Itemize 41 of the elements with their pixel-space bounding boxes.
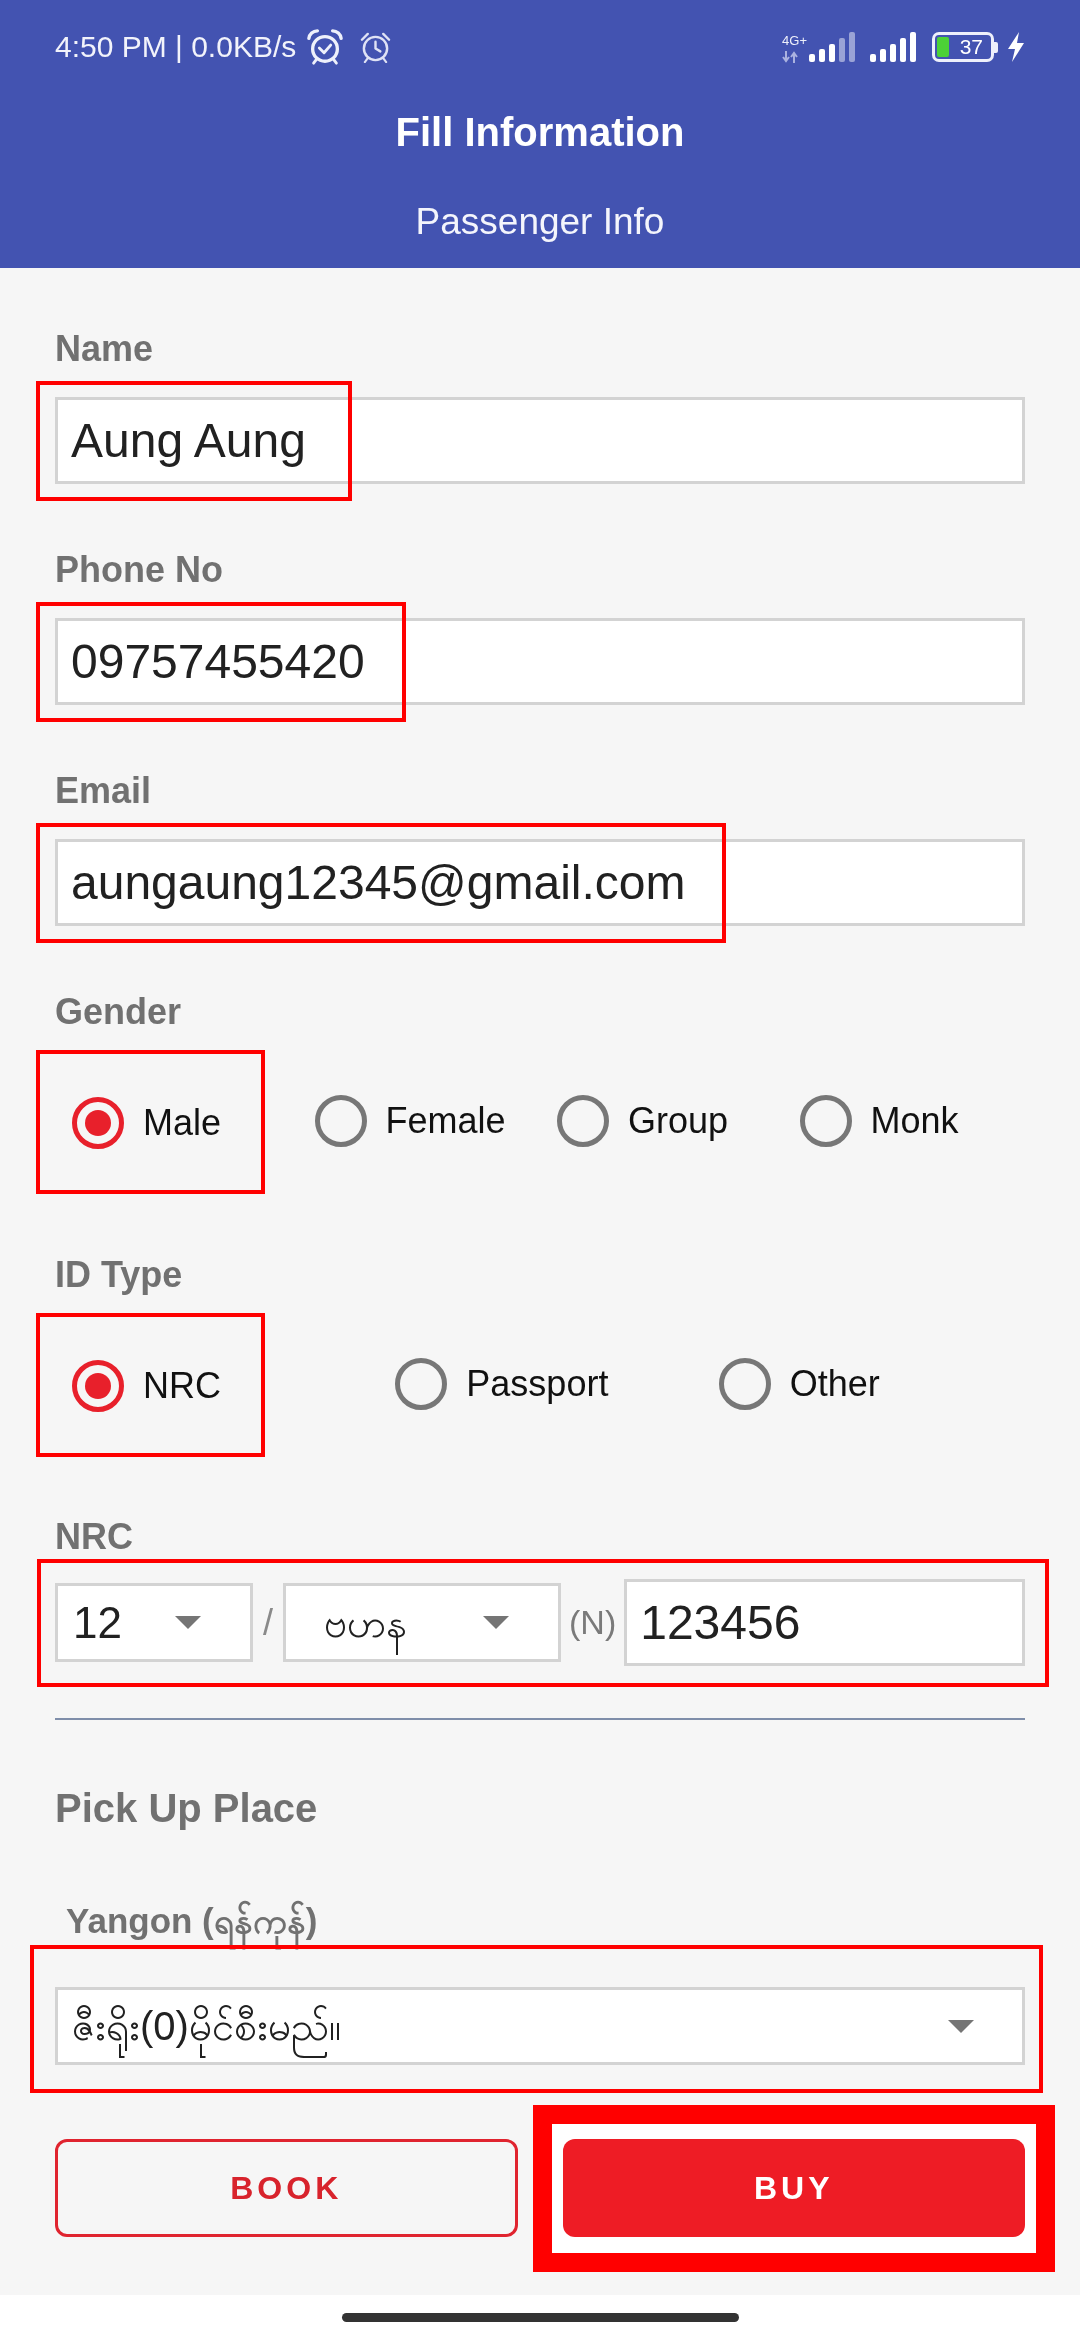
- caret-icon: [175, 1616, 201, 1629]
- radio-option[interactable]: Group: [557, 1095, 729, 1147]
- network-type-label: 4G+: [782, 33, 807, 47]
- radio-option[interactable]: Monk: [799, 1095, 959, 1147]
- citizen-type-label: (N): [569, 1603, 617, 1642]
- dropdown[interactable]: ဇီးရိုး(0)မိုင်စီးမည်။: [55, 1987, 1025, 2065]
- dropdown[interactable]: 12: [55, 1583, 253, 1662]
- field-label: Name: [55, 329, 154, 369]
- battery-indicator: 37: [932, 32, 998, 62]
- alarm-clock-icon: [360, 31, 392, 63]
- signal-icon: [809, 32, 857, 62]
- data-arrows-icon: [782, 50, 799, 63]
- home-indicator[interactable]: [341, 2313, 739, 2322]
- text-field[interactable]: 09757455420: [55, 618, 1025, 705]
- section-heading: Pick Up Place: [55, 1785, 318, 1831]
- separator-text: /: [262, 1601, 274, 1644]
- charging-bolt-icon: [1006, 32, 1026, 62]
- radio-option[interactable]: NRC: [72, 1360, 221, 1412]
- text-field[interactable]: aungaung12345@gmail.com: [55, 839, 1025, 926]
- field-label: NRC: [55, 1517, 133, 1557]
- signal-icon: [870, 32, 918, 62]
- text-field[interactable]: 123456: [624, 1579, 1025, 1666]
- dropdown[interactable]: ဗဟန: [283, 1583, 561, 1662]
- caret-icon: [483, 1616, 509, 1629]
- caret-icon: [948, 2019, 974, 2033]
- screen-subtitle: Passenger Info: [415, 202, 665, 242]
- text-field[interactable]: Aung Aung: [55, 397, 1025, 484]
- alarm-clock-icon: [306, 28, 345, 66]
- screen-title: Fill Information: [395, 109, 685, 155]
- field-label: ID Type: [55, 1255, 183, 1295]
- radio-option[interactable]: Other: [718, 1358, 880, 1410]
- action-button[interactable]: BOOK: [55, 2139, 518, 2237]
- field-label: Gender: [55, 992, 182, 1032]
- action-button[interactable]: BUY: [562, 2139, 1025, 2237]
- city-label: Yangon (ရန်ကုန်): [66, 1889, 318, 1953]
- status-time: 4:50 PM | 0.0KB/s: [55, 30, 297, 64]
- radio-option[interactable]: Female: [314, 1095, 506, 1147]
- radio-option[interactable]: Male: [72, 1097, 222, 1149]
- radio-option[interactable]: Passport: [395, 1358, 609, 1410]
- field-label: Phone No: [55, 550, 223, 590]
- field-label: Email: [55, 771, 152, 811]
